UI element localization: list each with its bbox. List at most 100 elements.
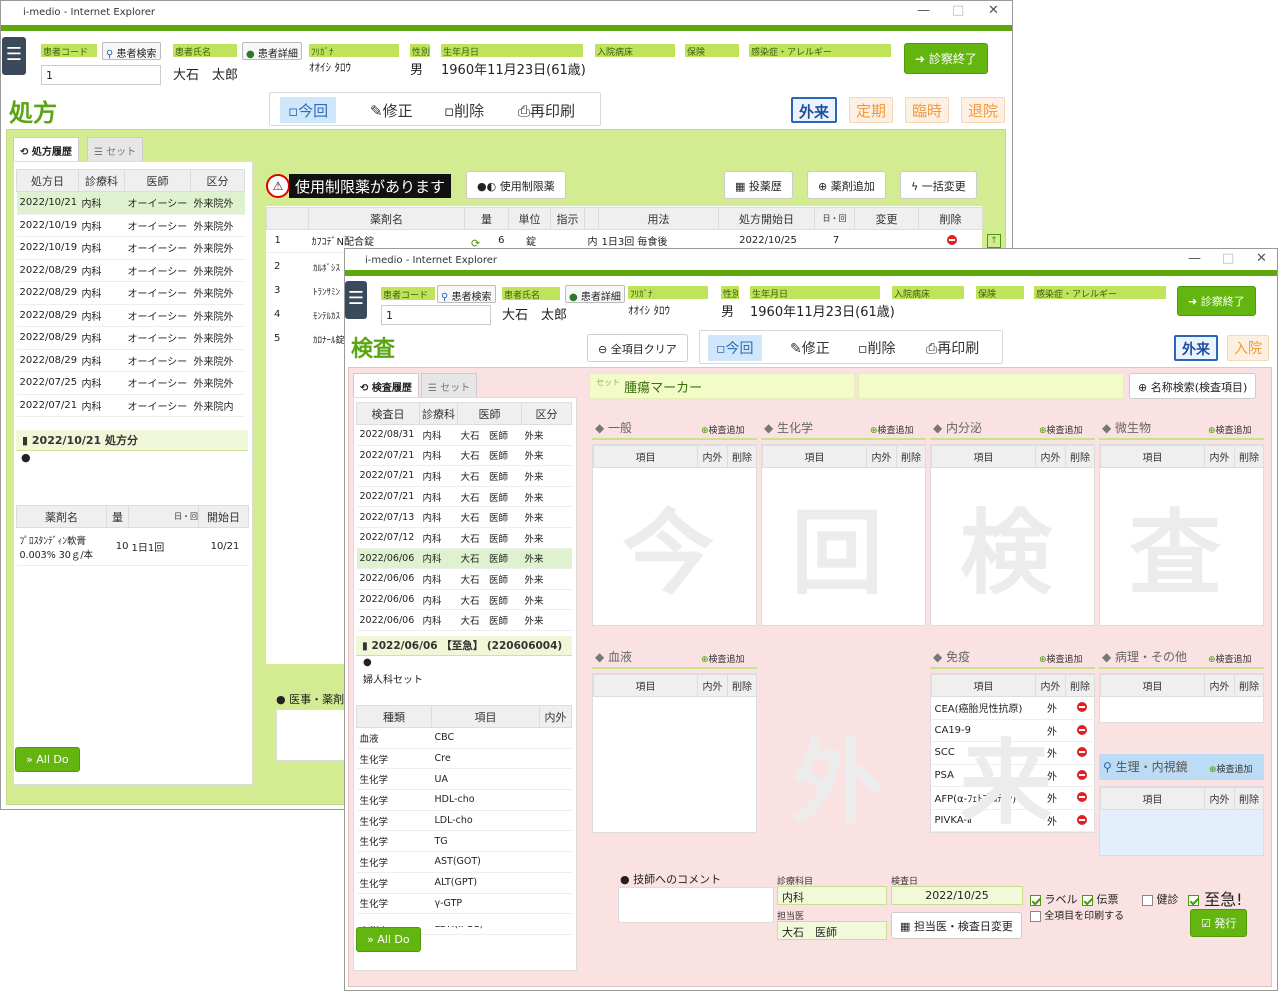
table-row[interactable]: 2022/06/06 内科 大石 医師 外来 [356, 589, 572, 611]
table-row[interactable]: 生化学 Cre [356, 748, 572, 770]
table-row[interactable]: 2022/07/21 内科 大石 医師 外来 [356, 465, 572, 487]
close-button[interactable]: ✕ [1256, 251, 1267, 266]
table-row[interactable]: 2022/07/12 内科 大石 医師 外来 [356, 527, 572, 549]
menu-icon[interactable]: ☰ [345, 281, 367, 319]
delete-icon[interactable] [1076, 769, 1087, 780]
tab-reprint[interactable]: ⎙再印刷 [918, 335, 987, 361]
scroll-up-button[interactable]: ↑ [987, 234, 1001, 248]
slip-checkbox[interactable] [1082, 894, 1093, 906]
urgent-checkbox[interactable] [1188, 895, 1199, 906]
slip-option[interactable]: 伝票 [1082, 891, 1119, 907]
tab-edit[interactable]: ✎修正 [362, 97, 421, 123]
label-option[interactable]: ラベル [1030, 891, 1078, 907]
patient-code-input[interactable]: 1 [381, 305, 491, 325]
table-row[interactable]: 生化学 TG [356, 830, 572, 853]
table-row[interactable]: 2022/10/19 内科 オーイーシー 外来院外 [16, 236, 245, 260]
minimize-button[interactable]: — [1188, 251, 1201, 266]
table-row[interactable]: 生化学 LDL-cho [356, 810, 572, 832]
table-row[interactable]: 2022/07/21 内科 大石 医師 外来 [356, 486, 572, 508]
exam-delete[interactable] [1065, 719, 1095, 742]
table-row[interactable]: 2022/07/13 内科 大石 医師 外来 [356, 506, 572, 528]
urgent-option[interactable]: 至急! [1188, 886, 1243, 910]
issue-button[interactable]: ☑ 発行 [1190, 909, 1248, 937]
exam-delete[interactable] [1065, 809, 1095, 832]
add-exam-endocrine-button[interactable]: ⊕検査追加 [1039, 423, 1083, 436]
add-exam-microbe-button[interactable]: ⊕検査追加 [1208, 423, 1252, 436]
table-row[interactable]: 2022/08/29 内科 オーイーシー 外来院外 [16, 349, 245, 372]
tab-edit[interactable]: ✎修正 [782, 335, 838, 361]
clear-all-button[interactable]: ⊖ 全項目クリア [587, 334, 688, 362]
medication-history-button[interactable]: ▦ 投薬歴 [724, 171, 793, 199]
mode-outpatient[interactable]: 外来 [791, 97, 838, 123]
label-checkbox[interactable] [1030, 894, 1041, 906]
all-do-button[interactable]: » All Do [356, 927, 421, 952]
delete-icon[interactable] [1076, 724, 1087, 735]
patient-detail-button[interactable]: ● 患者詳細 [565, 285, 625, 303]
rx-drug[interactable]: ﾄﾗﾝｻﾐﾝ [313, 285, 345, 298]
dept-field[interactable]: 内科 [777, 886, 887, 905]
delete-icon[interactable] [947, 235, 957, 246]
table-row[interactable]: 生化学 AST(GOT) [356, 851, 572, 873]
mode-regular[interactable]: 定期 [849, 97, 894, 123]
table-row[interactable]: 生化学 UA [356, 768, 572, 791]
patient-code-input[interactable]: 1 [41, 65, 161, 85]
add-exam-pathology-button[interactable]: ⊕検査追加 [1208, 652, 1252, 665]
restricted-drug-button[interactable]: ●◐ 使用制限薬 [466, 171, 566, 199]
tab-current[interactable]: ▫今回 [708, 335, 762, 361]
table-row[interactable]: 2022/07/21 内科 大石 医師 外来 [356, 445, 572, 467]
rx-drug[interactable]: ｶﾛﾅｰﾙ錠 [313, 333, 345, 346]
add-exam-blood-button[interactable]: ⊕検査追加 [701, 652, 745, 665]
add-exam-physiology-button[interactable]: ⊕検査追加 [1209, 762, 1253, 775]
tab-rx-set[interactable]: ☰ セット [87, 137, 144, 161]
add-exam-biochem-button[interactable]: ⊕検査追加 [870, 423, 914, 436]
table-row[interactable]: 生化学 γ-GTP [356, 893, 572, 915]
exam-date-field[interactable]: 2022/10/25 [891, 886, 1023, 905]
maximize-button[interactable]: □ [1222, 251, 1234, 266]
tab-current[interactable]: ▫今回 [280, 97, 337, 123]
patient-search-button[interactable]: ⚲ 患者検索 [437, 285, 496, 303]
table-row[interactable]: 2022/06/06 内科 大石 医師 外来 [356, 609, 572, 631]
table-row[interactable]: 2022/10/19 内科 オーイーシー 外来院外 [16, 214, 245, 237]
table-row[interactable]: 2022/08/31 内科 大石 医師 外来 [356, 424, 572, 446]
table-row[interactable]: 生化学 ALT(GPT) [356, 872, 572, 894]
tab-exam-set[interactable]: ☰ セット [421, 373, 478, 397]
add-exam-general-button[interactable]: ⊕検査追加 [701, 423, 745, 436]
maximize-button[interactable]: □ [952, 3, 964, 18]
exam-delete[interactable] [1065, 696, 1095, 720]
tab-delete[interactable]: ▫削除 [436, 97, 492, 123]
mode-inpatient[interactable]: 入院 [1227, 335, 1269, 361]
end-consult-button[interactable]: ➜ 診察終了 [1177, 286, 1256, 316]
delete-icon[interactable] [1076, 814, 1087, 825]
table-row[interactable]: 2022/10/21 内科 オーイーシー 外来院外 [16, 191, 245, 215]
table-row[interactable]: 2022/07/21 内科 オーイーシー 外来院内 [16, 394, 245, 417]
print-all-option[interactable]: 全項目を印刷する [1030, 907, 1124, 922]
table-row[interactable]: 2022/08/29 内科 オーイーシー 外来院外 [16, 304, 245, 327]
delete-icon[interactable] [1076, 747, 1087, 758]
bulk-change-button[interactable]: ϟ 一括変更 [900, 171, 977, 199]
delete-icon[interactable] [1076, 792, 1087, 803]
minimize-button[interactable]: — [917, 3, 930, 18]
mode-temporary[interactable]: 臨時 [905, 97, 950, 123]
end-consult-button[interactable]: ➜ 診察終了 [904, 43, 988, 74]
exam-delete[interactable] [1065, 786, 1095, 810]
table-row[interactable]: 2022/08/29 内科 オーイーシー 外来院外 [16, 259, 245, 282]
rx-drug[interactable]: ｶﾙﾎﾞｼｽ [313, 261, 345, 274]
table-row[interactable]: 2022/08/29 内科 オーイーシー 外来院外 [16, 281, 245, 305]
add-exam-immune-button[interactable]: ⊕検査追加 [1039, 652, 1083, 665]
patient-search-button[interactable]: ⚲ 患者検索 [102, 42, 161, 60]
close-button[interactable]: ✕ [988, 3, 999, 18]
patient-detail-button[interactable]: ● 患者詳細 [242, 42, 302, 60]
mode-discharge[interactable]: 退院 [961, 97, 1006, 123]
rx-drug[interactable]: ﾓﾝﾃﾙｶｽ [313, 309, 345, 322]
tab-rx-history[interactable]: ⟲ 処方履歴 [13, 137, 79, 161]
mode-outpatient[interactable]: 外来 [1174, 335, 1218, 361]
tech-comment-input[interactable] [618, 887, 774, 923]
menu-icon[interactable]: ☰ [2, 37, 26, 75]
tab-reprint[interactable]: ⎙再印刷 [510, 97, 583, 123]
checkup-option[interactable]: 健診 [1142, 891, 1179, 907]
table-row[interactable]: 2022/07/25 内科 オーイーシー 外来院外 [16, 371, 245, 395]
table-row[interactable]: 2022/06/06 内科 大石 医師 外来 [356, 548, 572, 570]
checkup-checkbox[interactable] [1142, 894, 1153, 906]
exam-delete[interactable] [1065, 741, 1095, 765]
exam-delete[interactable] [1065, 764, 1095, 787]
